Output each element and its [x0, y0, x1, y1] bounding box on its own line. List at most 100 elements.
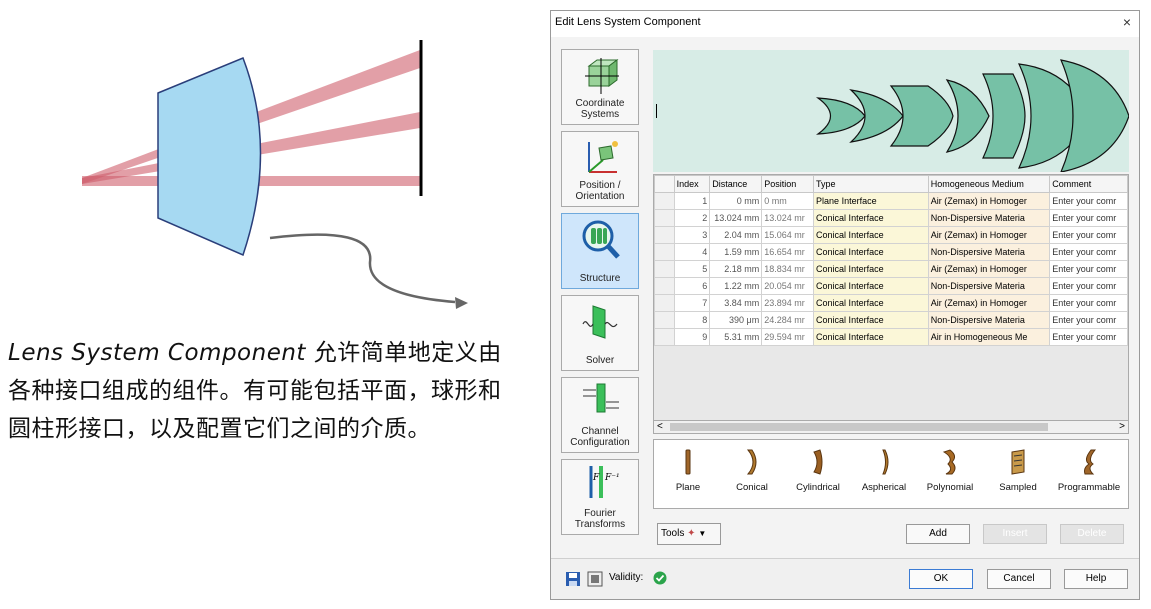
column-header-index[interactable]: Index	[673, 175, 711, 193]
cell-medium[interactable]: Non-Dispersive Materia	[927, 311, 1051, 329]
cell-distance[interactable]: 1.59 mm	[709, 243, 763, 261]
row-selector[interactable]	[654, 243, 675, 261]
table-row[interactable]: 9 5.31 mm 29.594 mr Conical Interface Air in…	[654, 328, 1128, 346]
save-icon[interactable]	[565, 571, 581, 587]
sampled-interface-icon	[1011, 449, 1025, 475]
cell-medium[interactable]: Non-Dispersive Materia	[927, 209, 1051, 227]
sidebar-item-solver[interactable]: Solver	[561, 295, 639, 371]
cell-distance[interactable]: 2.04 mm	[709, 226, 763, 244]
cell-distance[interactable]: 5.31 mm	[709, 328, 763, 346]
cell-type[interactable]: Conical Interface	[813, 277, 929, 295]
cell-medium[interactable]: Air (Zemax) in Homoger	[927, 294, 1051, 312]
row-selector[interactable]	[654, 226, 675, 244]
add-button[interactable]: Add	[906, 524, 970, 544]
cell-distance[interactable]: 3.84 mm	[709, 294, 763, 312]
table-row[interactable]: 7 3.84 mm 23.894 mr Conical Interface Air (Z…	[654, 294, 1128, 312]
cell-type[interactable]: Conical Interface	[813, 209, 929, 227]
cancel-button[interactable]: Cancel	[987, 569, 1051, 589]
cell-medium[interactable]: Air (Zemax) in Homoger	[927, 260, 1051, 278]
scroll-right-icon[interactable]: >	[1119, 421, 1125, 432]
cell-comment[interactable]: Enter your comr	[1049, 243, 1128, 261]
ok-button[interactable]: OK	[909, 569, 973, 589]
edit-lens-dialog: Edit Lens System Component × Coordinate …	[550, 10, 1140, 600]
table-row[interactable]: 10 mm 0 mm Plane Interface Air (Zemax) in H…	[654, 192, 1128, 210]
sidebar-item-fourier-transforms[interactable]: F F⁻¹ Fourier Transforms	[561, 459, 639, 535]
sidebar-item-label: Channel Configuration	[570, 426, 630, 448]
row-selector[interactable]	[654, 311, 675, 329]
cell-position: 15.064 mr	[761, 226, 815, 244]
cell-index: 5	[673, 260, 711, 278]
sidebar-item-position-orientation[interactable]: Position / Orientation	[561, 131, 639, 207]
lens-shape	[157, 57, 262, 257]
insert-button[interactable]: Insert	[983, 524, 1047, 544]
cell-type[interactable]: Conical Interface	[813, 260, 929, 278]
table-row[interactable]: 6 1.22 mm 20.054 mr Conical Interface Non-Di…	[654, 277, 1128, 295]
cell-distance[interactable]: 0 mm	[709, 192, 763, 210]
row-selector[interactable]	[654, 260, 675, 278]
palette-item-label: Aspherical	[861, 482, 907, 493]
cell-distance[interactable]: 2.18 mm	[709, 260, 763, 278]
cell-distance[interactable]: 13.024 mm	[709, 209, 763, 227]
delete-button[interactable]: Delete	[1060, 524, 1124, 544]
column-header-type[interactable]: Type	[813, 175, 929, 193]
cell-index: 3	[673, 226, 711, 244]
palette-item-conical[interactable]: Conical	[718, 444, 786, 504]
description-caption: Lens System Component 允许简单地定义由各种接口组成的组件。…	[8, 334, 523, 448]
cell-comment[interactable]: Enter your comr	[1049, 294, 1128, 312]
palette-item-plane[interactable]: Plane	[654, 444, 722, 504]
close-icon[interactable]: ×	[1123, 14, 1131, 30]
table-row[interactable]: 8 390 μm 24.284 mr Conical Interface Non-Dis…	[654, 311, 1128, 329]
cell-distance[interactable]: 1.22 mm	[709, 277, 763, 295]
horizontal-scrollbar[interactable]: < >	[653, 420, 1129, 434]
solver-icon	[582, 305, 618, 339]
cell-comment[interactable]: Enter your comr	[1049, 277, 1128, 295]
cell-comment[interactable]: Enter your comr	[1049, 209, 1128, 227]
catalog-icon[interactable]	[587, 571, 603, 587]
cell-type[interactable]: Conical Interface	[813, 311, 929, 329]
table-row[interactable]: 4 1.59 mm 16.654 mr Conical Interface Non-Di…	[654, 243, 1128, 261]
palette-item-sampled[interactable]: Sampled	[984, 444, 1052, 504]
chevron-down-icon: ▼	[698, 529, 707, 538]
cell-medium[interactable]: Non-Dispersive Materia	[927, 277, 1051, 295]
cell-medium[interactable]: Air in Homogeneous Me	[927, 328, 1051, 346]
table-row[interactable]: 2 13.024 mm 13.024 mr Conical Interface Non-…	[654, 209, 1128, 227]
cell-medium[interactable]: Air (Zemax) in Homoger	[927, 192, 1051, 210]
scroll-thumb[interactable]	[670, 423, 1048, 431]
sidebar-item-coordinate-systems[interactable]: Coordinate Systems	[561, 49, 639, 125]
sidebar-item-structure[interactable]: Structure	[561, 213, 639, 289]
row-selector[interactable]	[654, 209, 675, 227]
row-selector[interactable]	[654, 277, 675, 295]
aspherical-interface-icon	[882, 449, 889, 475]
cell-type[interactable]: Conical Interface	[813, 226, 929, 244]
palette-item-aspherical[interactable]: Aspherical	[850, 444, 918, 504]
cell-medium[interactable]: Non-Dispersive Materia	[927, 243, 1051, 261]
cell-type[interactable]: Conical Interface	[813, 328, 929, 346]
cell-medium[interactable]: Air (Zemax) in Homoger	[927, 226, 1051, 244]
cell-type[interactable]: Conical Interface	[813, 294, 929, 312]
row-selector[interactable]	[654, 294, 675, 312]
cell-comment[interactable]: Enter your comr	[1049, 328, 1128, 346]
cell-comment[interactable]: Enter your comr	[1049, 226, 1128, 244]
cell-type[interactable]: Conical Interface	[813, 243, 929, 261]
column-header-distance[interactable]: Distance	[709, 175, 763, 193]
palette-item-polynomial[interactable]: Polynomial	[916, 444, 984, 504]
lens-preview	[653, 50, 1129, 172]
table-row[interactable]: 3 2.04 mm 15.064 mr Conical Interface Air (Z…	[654, 226, 1128, 244]
cell-comment[interactable]: Enter your comr	[1049, 260, 1128, 278]
column-header-comment[interactable]: Comment	[1049, 175, 1128, 193]
cell-distance[interactable]: 390 μm	[709, 311, 763, 329]
palette-item-cylindrical[interactable]: Cylindrical	[784, 444, 852, 504]
scroll-left-icon[interactable]: <	[657, 421, 663, 432]
palette-item-programmable[interactable]: Programmable	[1052, 444, 1126, 504]
sidebar-item-channel-configuration[interactable]: Channel Configuration	[561, 377, 639, 453]
cell-type[interactable]: Plane Interface	[813, 192, 929, 210]
help-button[interactable]: Help	[1064, 569, 1128, 589]
cell-comment[interactable]: Enter your comr	[1049, 311, 1128, 329]
tools-button[interactable]: Tools ✦ ▼	[657, 523, 721, 545]
cell-comment[interactable]: Enter your comr	[1049, 192, 1128, 210]
column-header-medium[interactable]: Homogeneous Medium	[927, 175, 1051, 193]
row-selector[interactable]	[654, 328, 675, 346]
row-selector[interactable]	[654, 192, 675, 210]
table-row[interactable]: 5 2.18 mm 18.834 mr Conical Interface Air (Z…	[654, 260, 1128, 278]
column-header-position[interactable]: Position	[761, 175, 815, 193]
